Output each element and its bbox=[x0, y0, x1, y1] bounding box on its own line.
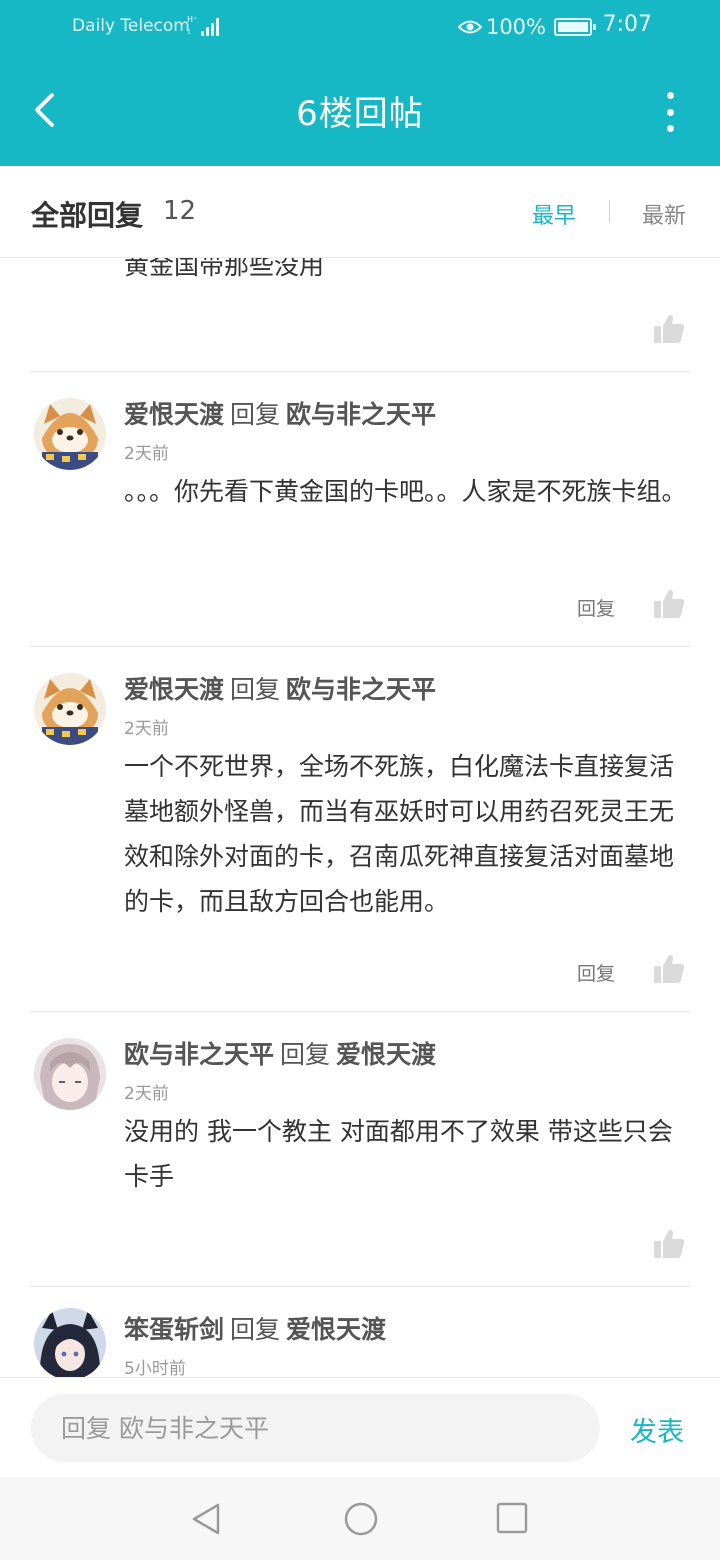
replies-count: 12 bbox=[163, 196, 197, 226]
avatar[interactable] bbox=[34, 1038, 106, 1110]
comment-author[interactable]: 爱恨天渡 bbox=[124, 400, 224, 429]
system-nav-bar bbox=[0, 1477, 720, 1560]
avatar[interactable] bbox=[34, 1308, 106, 1377]
nav-back-icon[interactable] bbox=[188, 1501, 224, 1537]
comment-content: 黄金国带那些没用 bbox=[124, 258, 325, 280]
comment-header: 爱恨天渡 回复 欧与非之天平 bbox=[124, 670, 436, 706]
comment-time: 2天前 bbox=[124, 1084, 169, 1104]
comment-author[interactable]: 笨蛋斩剑 bbox=[124, 1315, 224, 1344]
list-item: 爱恨天渡 回复 欧与非之天平 2天前 一个不死世界，全场不死族，白化魔法卡直接复活墓… bbox=[0, 646, 720, 1011]
more-dot-icon bbox=[666, 108, 674, 116]
reply-to-label: 回复 bbox=[230, 400, 281, 429]
reply-target[interactable]: 爱恨天渡 bbox=[286, 1315, 386, 1344]
thumbs-up-icon[interactable] bbox=[652, 312, 686, 346]
avatar[interactable] bbox=[34, 398, 106, 470]
comment-list[interactable]: 黄金国带那些没用 爱恨天渡 回复 欧与非之天平 2天前 。。。你先看下黄金国的卡… bbox=[0, 258, 720, 1377]
reply-to-label: 回复 bbox=[230, 675, 281, 704]
reply-button[interactable]: 回复 bbox=[577, 959, 615, 986]
more-dot-icon bbox=[666, 92, 674, 99]
list-item: 笨蛋斩剑 回复 爱恨天渡 5小时前 bbox=[0, 1286, 720, 1377]
reply-to-label: 回复 bbox=[230, 1315, 281, 1344]
comment-content: 。。。你先看下黄金国的卡吧。。人家是不死族卡组。 bbox=[124, 477, 687, 506]
battery-icon bbox=[554, 18, 596, 36]
carrier-name: Daily Telecom bbox=[72, 16, 190, 36]
thumbs-up-icon[interactable] bbox=[652, 952, 686, 986]
reply-target[interactable]: 欧与非之天平 bbox=[286, 675, 436, 704]
eye-comfort-icon bbox=[457, 20, 482, 34]
reply-input[interactable] bbox=[31, 1394, 600, 1462]
anime-avatar-icon bbox=[34, 1308, 106, 1377]
comment-content: 没用的 我一个教主 对面都用不了效果 带这些只会卡手 bbox=[124, 1117, 673, 1191]
list-item: 欧与非之天平 回复 爱恨天渡 2天前 没用的 我一个教主 对面都用不了效果 带这些只… bbox=[0, 1011, 720, 1286]
shiba-avatar-icon bbox=[34, 673, 106, 745]
sort-earliest-button[interactable]: 最早 bbox=[532, 198, 576, 230]
sort-newest-button[interactable]: 最新 bbox=[642, 198, 686, 230]
list-item: 爱恨天渡 回复 欧与非之天平 2天前 。。。你先看下黄金国的卡吧。。人家是不死族卡组… bbox=[0, 371, 720, 646]
comment-time: 2天前 bbox=[124, 444, 169, 464]
more-options-button[interactable] bbox=[660, 92, 680, 132]
svg-text:1: 1 bbox=[187, 29, 191, 36]
anime-avatar-icon bbox=[34, 1038, 106, 1110]
sort-divider bbox=[609, 200, 610, 222]
comment-author[interactable]: 欧与非之天平 bbox=[124, 1040, 274, 1069]
comment-content: 一个不死世界，全场不死族，白化魔法卡直接复活墓地额外怪兽，而当有巫妖时可以用药召… bbox=[124, 752, 675, 916]
reply-button[interactable]: 回复 bbox=[577, 594, 615, 621]
reply-input-bar: 发表 bbox=[0, 1377, 720, 1477]
thumbs-up-icon[interactable] bbox=[652, 587, 686, 621]
comment-header: 爱恨天渡 回复 欧与非之天平 bbox=[124, 395, 436, 431]
nav-recents-icon[interactable] bbox=[496, 1502, 528, 1534]
avatar[interactable] bbox=[34, 673, 106, 745]
comment-author[interactable]: 爱恨天渡 bbox=[124, 675, 224, 704]
comment-time: 2天前 bbox=[124, 719, 169, 739]
shiba-avatar-icon bbox=[34, 398, 106, 470]
comment-time: 5小时前 bbox=[124, 1359, 186, 1377]
app-header: 6楼回帖 bbox=[0, 56, 720, 166]
status-right: 100% bbox=[457, 12, 596, 42]
list-item: 黄金国带那些没用 bbox=[0, 258, 720, 371]
reply-target[interactable]: 欧与非之天平 bbox=[286, 400, 436, 429]
reply-to-label: 回复 bbox=[280, 1040, 331, 1069]
battery-percent: 100% bbox=[485, 15, 546, 39]
reply-target[interactable]: 爱恨天渡 bbox=[336, 1040, 436, 1069]
clock: 7:07 bbox=[602, 12, 652, 37]
comment-header: 欧与非之天平 回复 爱恨天渡 bbox=[124, 1035, 436, 1071]
page-title: 6楼回帖 bbox=[296, 94, 424, 134]
send-button[interactable]: 发表 bbox=[630, 1410, 684, 1449]
status-bar: Daily Telecom H⁺ 1 100% 7:07 bbox=[0, 0, 720, 56]
signal-icon: H⁺ 1 bbox=[187, 15, 219, 36]
svg-text:H⁺: H⁺ bbox=[187, 15, 197, 24]
replies-header: 全部回复 12 最早 最新 bbox=[0, 166, 720, 258]
comment-header: 笨蛋斩剑 回复 爱恨天渡 bbox=[124, 1310, 386, 1346]
more-dot-icon bbox=[666, 125, 674, 132]
nav-home-icon[interactable] bbox=[343, 1501, 379, 1537]
replies-title: 全部回复 bbox=[31, 199, 144, 232]
thumbs-up-icon[interactable] bbox=[652, 1227, 686, 1261]
